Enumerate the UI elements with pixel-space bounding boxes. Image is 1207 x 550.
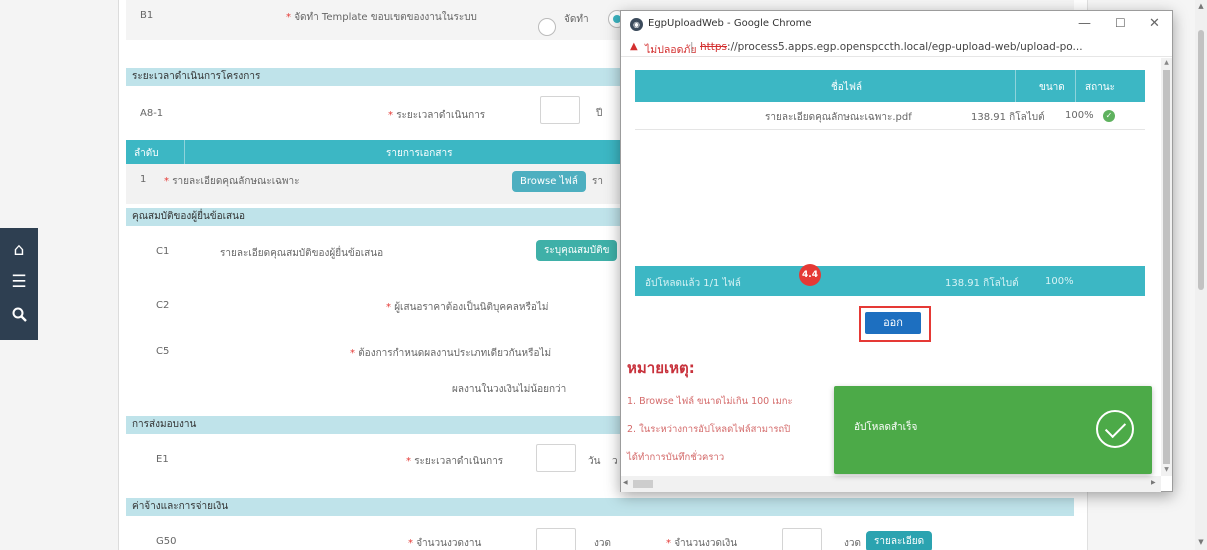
label-c5: ต้องการกำหนดผลงานประเภทเดียวกันหรือไม่ (358, 348, 552, 359)
summary-uploaded: อัปโหลดแล้ว 1/1 ไฟล์ (645, 278, 741, 289)
header-documents: รายการเอกสาร (386, 148, 453, 159)
header-status: สถานะ (1085, 82, 1115, 93)
exit-button[interactable]: ออก (865, 312, 921, 334)
label-e1: ระยะเวลาดำเนินการ (414, 456, 504, 467)
file-row: รายละเอียดคุณลักษณะเฉพาะ.pdf 138.91 กิโล… (635, 102, 1145, 130)
row-g50: G50 * จำนวนงวดงาน งวด * จำนวนงวดเงิน งวด… (126, 520, 1074, 550)
file-table-header: ชื่อไฟล์ ขนาด สถานะ (635, 70, 1145, 102)
code-c5: C5 (156, 346, 170, 357)
popup-scrollbar-thumb[interactable] (1163, 70, 1170, 464)
popup-scroll-right-icon[interactable]: ▶ (1151, 479, 1156, 486)
popup-horizontal-scrollbar[interactable]: ◀ ▶ (621, 476, 1161, 492)
success-toast: อัปโหลดสำเร็จ (834, 386, 1152, 474)
section-payment: ค่าจ้างและการจ่ายเงิน (126, 498, 1074, 516)
duration-input[interactable] (540, 96, 580, 124)
upload-summary-bar: อัปโหลดแล้ว 1/1 ไฟล์ 138.91 กิโลไบต์ 100… (635, 266, 1145, 296)
scroll-up-arrow-icon[interactable]: ▲ (1195, 2, 1207, 10)
toast-message: อัปโหลดสำเร็จ (854, 422, 918, 433)
code-c2: C2 (156, 300, 170, 311)
specify-qualification-button[interactable]: ระบุคุณสมบัติข (536, 240, 618, 261)
file-size: 138.91 กิโลไบต์ (971, 112, 1045, 123)
side-navigation: ⌂ ☰ (0, 228, 38, 340)
url-path: ://process5.apps.egp.openspccth.local/eg… (727, 41, 1083, 53)
unit-e1: วัน (588, 456, 601, 467)
popup-titlebar: ◉ EgpUploadWeb - Google Chrome — ☐ ✕ (621, 11, 1172, 39)
label-c1: รายละเอียดคุณสมบัติของผู้ยื่นข้อเสนอ (220, 248, 384, 259)
payments-input[interactable] (782, 528, 822, 550)
check-circle-icon: ✓ (1103, 110, 1115, 122)
popup-scroll-up-icon[interactable]: ▲ (1161, 59, 1172, 66)
code-a8-1: A8-1 (140, 108, 164, 119)
popup-hscroll-thumb[interactable] (633, 480, 653, 488)
label-g50-payments: จำนวนงวดเงิน (674, 538, 738, 549)
doc-label: รายละเอียดคุณลักษณะเฉพาะ (172, 176, 300, 187)
doc-col-truncated: รา (592, 176, 603, 187)
unit-a8-1: ปี (596, 108, 603, 119)
label-c2: ผู้เสนอราคาต้องเป็นนิติบุคคลหรือไม่ (394, 302, 549, 313)
header-size: ขนาด (1039, 82, 1065, 93)
e1-col-truncated: ว (612, 456, 618, 467)
label-b1: จัดทำ Template ขอบเขตของงานในระบบ (294, 12, 477, 23)
url-scheme: https (700, 41, 728, 53)
check-circle-icon (1096, 410, 1134, 448)
address-url[interactable]: https://process5.apps.egp.openspccth.loc… (700, 41, 1083, 53)
file-table: ชื่อไฟล์ ขนาด สถานะ รายละเอียดคุณลักษณะเ… (635, 70, 1145, 130)
header-seq: ลำดับ (134, 148, 159, 159)
radio-make[interactable] (538, 18, 556, 36)
header-filename: ชื่อไฟล์ (831, 82, 863, 93)
note-line-2: 2. ในระหว่างการอัปโหลดไฟล์สามารถปิ (627, 424, 791, 435)
label-a8-1: ระยะเวลาดำเนินการ (396, 110, 486, 121)
page-scrollbar-thumb[interactable] (1198, 30, 1204, 290)
note-line-3: ได้ทำการบันทึกชั่วคราว (627, 452, 725, 463)
code-e1: E1 (156, 454, 169, 465)
unit-g50: งวด (594, 538, 611, 549)
page-scrollbar[interactable]: ▲ ▼ (1195, 0, 1207, 550)
menu-icon[interactable]: ☰ (11, 274, 26, 291)
popup-scroll-down-icon[interactable]: ▼ (1161, 466, 1172, 473)
popup-title: EgpUploadWeb - Google Chrome (648, 18, 812, 29)
chrome-app-icon: ◉ (630, 18, 643, 31)
address-bar[interactable]: ▲ ไม่ปลอดภัย | https://process5.apps.egp… (621, 39, 1172, 57)
unit-g50-payments: งวด (844, 538, 861, 549)
installments-input[interactable] (536, 528, 576, 550)
summary-percent: 100% (1045, 276, 1074, 287)
popup-vertical-scrollbar[interactable]: ▲ ▼ (1161, 58, 1172, 476)
maximize-icon[interactable]: ☐ (1115, 16, 1126, 30)
note-title: หมายเหตุ: (627, 359, 695, 377)
file-status: 100% (1065, 110, 1094, 121)
radio-make-label: จัดทำ (564, 14, 589, 25)
minimize-icon[interactable]: — (1078, 16, 1091, 31)
code-b1: B1 (140, 10, 154, 21)
doc-num: 1 (140, 174, 147, 185)
file-name: รายละเอียดคุณลักษณะเฉพาะ.pdf (765, 112, 912, 123)
popup-scroll-left-icon[interactable]: ◀ (623, 479, 628, 486)
browse-file-button[interactable]: Browse ไฟล์ (512, 171, 586, 192)
e1-duration-input[interactable] (536, 444, 576, 472)
details-button[interactable]: รายละเอียด (866, 531, 933, 550)
home-icon[interactable]: ⌂ (14, 241, 25, 259)
summary-size: 138.91 กิโลไบต์ (945, 278, 1019, 289)
label-g50: จำนวนงวดงาน (416, 538, 482, 549)
search-icon[interactable] (12, 307, 27, 326)
page-divider (118, 0, 119, 550)
note-line-1: 1. Browse ไฟล์ ขนาดไม่เกิน 100 เมกะ (627, 396, 793, 407)
code-g50: G50 (156, 536, 177, 547)
scroll-down-arrow-icon[interactable]: ▼ (1195, 538, 1207, 546)
close-icon[interactable]: ✕ (1149, 16, 1160, 31)
warning-icon: ▲ (630, 41, 638, 52)
code-c1: C1 (156, 246, 170, 257)
step-badge: 4.4 (799, 264, 821, 286)
insecure-label: ไม่ปลอดภัย (645, 44, 697, 56)
label-c5-sub: ผลงานในวงเงินไม่น้อยกว่า (452, 384, 567, 395)
